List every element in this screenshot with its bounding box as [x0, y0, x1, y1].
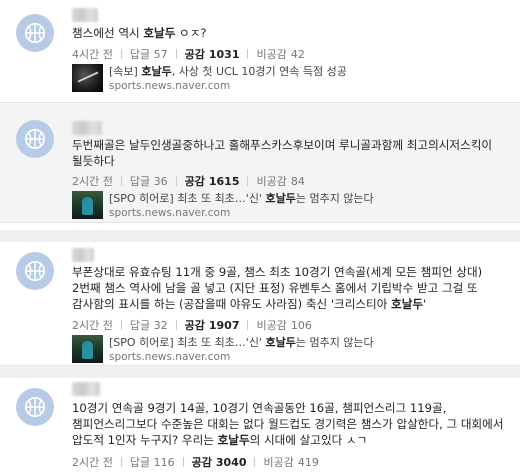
- dislike-button[interactable]: 비공감 42: [256, 46, 304, 62]
- like-count: 1031: [208, 48, 240, 61]
- comment-meta: 4시간 전 답글 57 공감 1031 비공감 42: [72, 46, 305, 62]
- like-count: 1907: [208, 319, 240, 332]
- divider: [120, 49, 122, 59]
- article-source: sports.news.naver.com: [109, 80, 231, 92]
- dislike-label: 비공감: [263, 456, 294, 469]
- divider: [0, 230, 520, 242]
- avatar[interactable]: [16, 388, 54, 426]
- like-button[interactable]: 공감 1615: [185, 173, 240, 189]
- dislike-button[interactable]: 비공감 84: [256, 173, 304, 189]
- divider: [120, 457, 122, 467]
- dislike-label: 비공감: [256, 319, 287, 332]
- divider: [175, 49, 177, 59]
- timestamp: 4시간 전: [72, 48, 113, 61]
- dislike-count: 106: [290, 319, 312, 332]
- divider: [247, 49, 249, 59]
- reply-label: 답글: [129, 48, 151, 61]
- username-blurred[interactable]: [72, 121, 102, 135]
- avatar[interactable]: [16, 120, 54, 158]
- keyword-highlight: 호날두: [143, 26, 176, 40]
- comment-item: 두번째골은 날두인생골중하나고 홀해푸스카스후보이며 루니골과함께 최고의시저스…: [0, 103, 520, 223]
- dislike-button[interactable]: 비공감 106: [256, 317, 311, 333]
- reply-label: 답글: [129, 319, 151, 332]
- like-button[interactable]: 공감 1907: [185, 317, 240, 333]
- dislike-count: 84: [290, 175, 305, 188]
- comment-feed: 챔스에선 역시 호날두 ㅇㅈ? 4시간 전 답글 57 공감 1031 비공감 42…: [0, 0, 520, 473]
- timestamp: 2시간 전: [72, 175, 113, 188]
- like-button[interactable]: 공감 1031: [185, 46, 240, 62]
- article-title: [SPO 히어로] 최초 또 최초…'신' 호날두는 멈추지 않는다: [109, 192, 374, 205]
- reply-button[interactable]: 답글 116: [130, 454, 175, 470]
- like-count: 1615: [208, 175, 240, 188]
- divider: [120, 320, 122, 330]
- avatar[interactable]: [16, 252, 54, 290]
- avatar[interactable]: [16, 14, 54, 52]
- reply-button[interactable]: 답글 36: [130, 173, 168, 189]
- username-blurred[interactable]: [72, 248, 94, 262]
- article-title: [SPO 히어로] 최초 또 최초…'신' 호날두는 멈추지 않는다: [109, 336, 374, 349]
- comment-meta: 2시간 전 답글 32 공감 1907 비공감 106: [72, 317, 312, 333]
- article-link[interactable]: [SPO 히어로] 최초 또 최초…'신' 호날두는 멈추지 않는다 sport…: [72, 191, 374, 221]
- like-count: 3040: [215, 456, 247, 469]
- like-button[interactable]: 공감 3040: [192, 454, 247, 470]
- divider: [247, 176, 249, 186]
- reply-count: 36: [153, 175, 168, 188]
- article-thumbnail: [72, 64, 103, 92]
- like-label: 공감: [184, 319, 205, 332]
- comment-meta: 2시간 전 답글 116 공감 3040 비공감 419: [72, 454, 319, 470]
- reply-button[interactable]: 답글 57: [130, 46, 168, 62]
- divider: [247, 320, 249, 330]
- dislike-label: 비공감: [256, 175, 287, 188]
- basketball-icon: [25, 261, 45, 281]
- comment-meta: 2시간 전 답글 36 공감 1615 비공감 84: [72, 173, 305, 189]
- divider: [175, 176, 177, 186]
- article-thumbnail: [72, 335, 103, 363]
- keyword-highlight: 호날두: [265, 192, 296, 205]
- comment-text: 두번째골은 날두인생골중하나고 홀해푸스카스후보이며 루니골과함께 최고의시저스…: [72, 138, 493, 168]
- divider: [182, 457, 184, 467]
- basketball-icon: [25, 397, 45, 417]
- keyword-highlight: 호날두: [217, 433, 250, 447]
- reply-count: 116: [153, 456, 175, 469]
- divider: [120, 176, 122, 186]
- article-title: [속보] 호날두, 사상 첫 UCL 10경기 연속 득점 성공: [109, 65, 347, 78]
- dislike-count: 419: [297, 456, 319, 469]
- dislike-label: 비공감: [256, 48, 287, 61]
- like-label: 공감: [184, 48, 205, 61]
- basketball-icon: [25, 23, 45, 43]
- reply-count: 57: [153, 48, 168, 61]
- like-label: 공감: [184, 175, 205, 188]
- dislike-button[interactable]: 비공감 419: [263, 454, 318, 470]
- reply-label: 답글: [129, 456, 151, 469]
- like-label: 공감: [191, 456, 212, 469]
- comment-item: 부폰상대로 유효슈팅 11개 중 9골, 챔스 최초 10경기 연속골(세계 모…: [0, 242, 520, 366]
- keyword-highlight: 호날두: [391, 297, 424, 311]
- comment-item: 10경기 연속골 9경기 14골, 10경기 연속골동안 16골, 챔피언스리그…: [0, 378, 520, 473]
- basketball-icon: [25, 129, 45, 149]
- reply-count: 32: [153, 319, 168, 332]
- article-link[interactable]: [SPO 히어로] 최초 또 최초…'신' 호날두는 멈추지 않는다 sport…: [72, 335, 374, 365]
- comment-text: 부폰상대로 유효슈팅 11개 중 9골, 챔스 최초 10경기 연속골(세계 모…: [72, 265, 483, 311]
- timestamp: 2시간 전: [72, 319, 113, 332]
- article-thumbnail: [72, 191, 103, 219]
- comment-item: 챔스에선 역시 호날두 ㅇㅈ? 4시간 전 답글 57 공감 1031 비공감 42…: [0, 0, 520, 103]
- comment-text: 챔스에선 역시 호날두 ㅇㅈ?: [72, 26, 207, 40]
- divider: [0, 366, 520, 378]
- divider: [175, 320, 177, 330]
- reply-label: 답글: [129, 175, 151, 188]
- keyword-highlight: 호날두: [141, 65, 172, 78]
- dislike-count: 42: [290, 48, 305, 61]
- username-blurred[interactable]: [72, 382, 100, 396]
- reply-button[interactable]: 답글 32: [130, 317, 168, 333]
- timestamp: 2시간 전: [72, 456, 113, 469]
- article-source: sports.news.naver.com: [109, 351, 231, 363]
- keyword-highlight: 호날두: [265, 336, 296, 349]
- comment-text: 10경기 연속골 9경기 14골, 10경기 연속골동안 16골, 챔피언스리그…: [72, 401, 504, 447]
- article-link[interactable]: [속보] 호날두, 사상 첫 UCL 10경기 연속 득점 성공 sports.…: [72, 64, 347, 94]
- article-source: sports.news.naver.com: [109, 207, 231, 219]
- divider: [254, 457, 256, 467]
- username-blurred[interactable]: [72, 8, 98, 22]
